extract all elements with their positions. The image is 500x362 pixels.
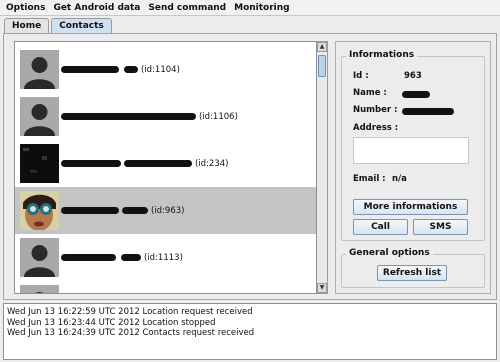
contact-id: (id:963) — [151, 205, 185, 216]
contact-row-selected[interactable]: (id:963) — [15, 187, 316, 234]
redacted-name — [61, 207, 119, 214]
tab-strip: Home Contacts — [4, 18, 114, 33]
redacted-name — [61, 113, 196, 120]
email-value: n/a — [392, 174, 407, 184]
log-line: Wed Jun 13 16:22:59 UTC 2012 Location re… — [7, 307, 253, 317]
menu-options[interactable]: Options — [2, 3, 49, 13]
email-label: Email : — [353, 174, 386, 184]
contact-row[interactable]: (id:1113) — [15, 234, 316, 281]
redacted-name — [124, 160, 192, 167]
menu-monitoring[interactable]: Monitoring — [230, 3, 294, 13]
informations-group: Informations Id : 963 Name : Number : Ad… — [341, 50, 485, 241]
contact-id: (id:234) — [195, 158, 229, 169]
menu-get-android-data[interactable]: Get Android data — [49, 3, 144, 13]
default-avatar-icon — [20, 50, 59, 89]
contact-list-scrollbar[interactable]: ▲ ▼ — [317, 41, 328, 294]
number-label: Number : — [353, 105, 398, 115]
tab-home[interactable]: Home — [4, 18, 50, 33]
log-line: Wed Jun 13 16:24:39 UTC 2012 Contacts re… — [7, 328, 255, 338]
redacted-name-value — [402, 91, 430, 98]
redacted-name — [124, 66, 138, 73]
name-label: Name : — [353, 88, 387, 98]
redacted-number-value — [402, 108, 454, 115]
redacted-name — [121, 254, 141, 261]
id-value: 963 — [404, 71, 422, 81]
contact-id: (id:1106) — [199, 111, 238, 122]
default-avatar-icon — [20, 238, 59, 277]
log-line: Wed Jun 13 16:23:44 UTC 2012 Location st… — [7, 317, 216, 328]
informations-title: Informations — [346, 50, 418, 60]
address-label: Address : — [353, 123, 399, 133]
contact-id: (id:1104) — [141, 64, 180, 75]
default-avatar-icon — [20, 97, 59, 136]
contact-row[interactable] — [15, 281, 316, 293]
goggles-photo-avatar — [20, 191, 59, 230]
contact-id: (id:1113) — [144, 252, 183, 263]
more-informations-button[interactable]: More informations — [353, 199, 468, 215]
log-area[interactable]: Wed Jun 13 16:22:59 UTC 2012 Location re… — [3, 303, 497, 360]
contact-row[interactable]: (id:234) — [15, 140, 316, 187]
redacted-name — [61, 254, 116, 261]
redacted-name — [61, 66, 119, 73]
refresh-list-button[interactable]: Refresh list — [377, 265, 447, 281]
sms-button[interactable]: SMS — [413, 219, 468, 235]
contact-row[interactable]: (id:1106) — [15, 93, 316, 140]
tab-contacts[interactable]: Contacts — [51, 18, 112, 33]
redacted-name — [61, 160, 121, 167]
contact-list[interactable]: (id:1104) (id:1106) (id:234) (id:963) (i… — [14, 41, 317, 294]
address-field[interactable] — [353, 137, 469, 164]
contacts-tab-panel: (id:1104) (id:1106) (id:234) (id:963) (i… — [3, 33, 497, 300]
general-options-group: General options Refresh list — [341, 248, 485, 288]
scroll-thumb[interactable] — [318, 55, 326, 77]
default-avatar-icon — [20, 285, 59, 293]
menu-bar: Options Get Android data Send command Mo… — [0, 0, 500, 16]
id-label: Id : — [353, 71, 369, 81]
call-button[interactable]: Call — [353, 219, 408, 235]
contact-row[interactable]: (id:1104) — [15, 46, 316, 93]
scroll-up-icon[interactable]: ▲ — [317, 42, 327, 52]
redacted-photo-avatar — [20, 144, 59, 183]
scroll-down-icon[interactable]: ▼ — [317, 283, 327, 293]
info-panel: Informations Id : 963 Name : Number : Ad… — [335, 41, 491, 294]
menu-send-command[interactable]: Send command — [144, 3, 230, 13]
redacted-name — [122, 207, 148, 214]
general-options-title: General options — [346, 248, 433, 258]
